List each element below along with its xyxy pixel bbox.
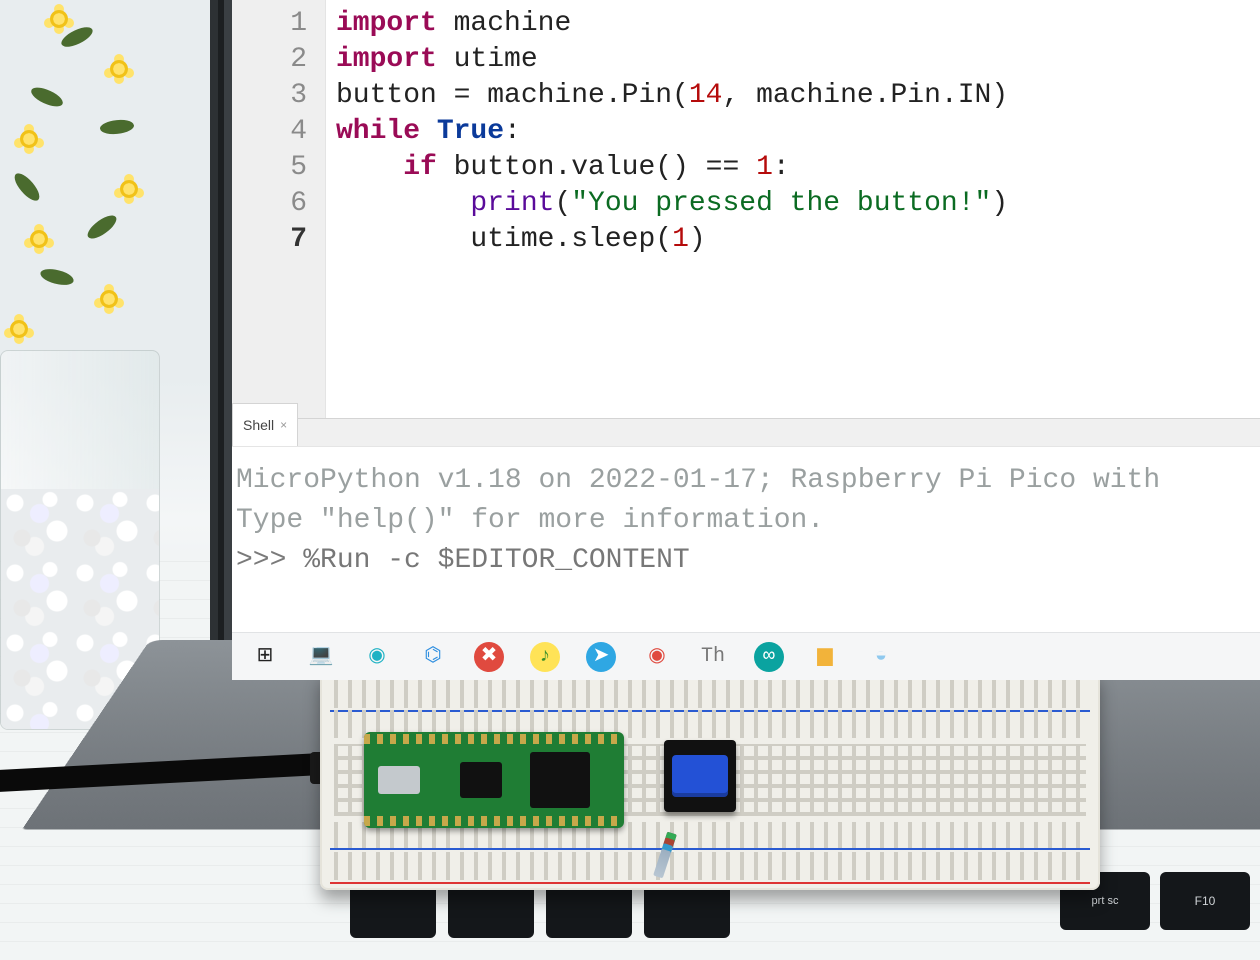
shell-output[interactable]: MicroPython v1.18 on 2022-01-17; Raspber… [232, 446, 1260, 632]
cloud-icon[interactable]: ◒ [866, 642, 896, 672]
keyboard-key: F10 [1160, 872, 1250, 930]
shell-tab-label: Shell [243, 407, 274, 443]
code-line[interactable]: utime.sleep(1) [336, 222, 1260, 258]
vscode-icon[interactable]: ⌬ [418, 642, 448, 672]
line-number: 3 [238, 78, 307, 114]
shell-tabbar: Shell × [232, 418, 1260, 446]
shell-banner-line: Type "help()" for more information. [236, 505, 824, 536]
laptop-screen: 1234567 import machineimport utimebutton… [232, 0, 1260, 680]
line-number: 1 [238, 6, 307, 42]
edge-icon[interactable]: ◉ [362, 642, 392, 672]
shell-prompt: >>> %Run -c $EDITOR_CONTENT [236, 545, 690, 576]
chrome-icon[interactable]: ◉ [642, 642, 672, 672]
code-area[interactable]: import machineimport utimebutton = machi… [326, 0, 1260, 418]
line-number: 4 [238, 114, 307, 150]
push-button [664, 740, 736, 812]
start-icon[interactable]: ⊞ [250, 642, 280, 672]
code-line[interactable]: import machine [336, 6, 1260, 42]
thonny-icon[interactable]: Th [698, 642, 728, 672]
shell-tab[interactable]: Shell × [232, 403, 298, 446]
shell-banner-line: MicroPython v1.18 on 2022-01-17; Raspber… [236, 465, 1177, 496]
laptop-icon[interactable]: 💻 [306, 642, 336, 672]
code-line[interactable]: button = machine.Pin(14, machine.Pin.IN) [336, 78, 1260, 114]
close-icon[interactable]: × [280, 407, 287, 443]
arduino-icon[interactable]: ∞ [754, 642, 784, 672]
code-line[interactable]: if button.value() == 1: [336, 150, 1260, 186]
code-line[interactable]: import utime [336, 42, 1260, 78]
plant [0, 0, 190, 400]
breadboard [320, 670, 1100, 890]
windows-taskbar[interactable]: ⊞ 💻 ◉ ⌬ ✖ ♪ ➤ ◉ Th ∞ ▆ ◒ [232, 632, 1260, 680]
code-line[interactable]: print("You pressed the button!") [336, 186, 1260, 222]
line-number: 2 [238, 42, 307, 78]
line-number-gutter: 1234567 [232, 0, 326, 418]
music-icon[interactable]: ♪ [530, 642, 560, 672]
telegram-icon[interactable]: ➤ [586, 642, 616, 672]
raspberry-pi-pico [364, 732, 624, 828]
line-number: 7 [238, 222, 307, 258]
line-number: 5 [238, 150, 307, 186]
code-line[interactable]: while True: [336, 114, 1260, 150]
line-number: 6 [238, 186, 307, 222]
explorer-icon[interactable]: ▆ [810, 642, 840, 672]
code-editor[interactable]: 1234567 import machineimport utimebutton… [232, 0, 1260, 418]
close-app-icon[interactable]: ✖ [474, 642, 504, 672]
